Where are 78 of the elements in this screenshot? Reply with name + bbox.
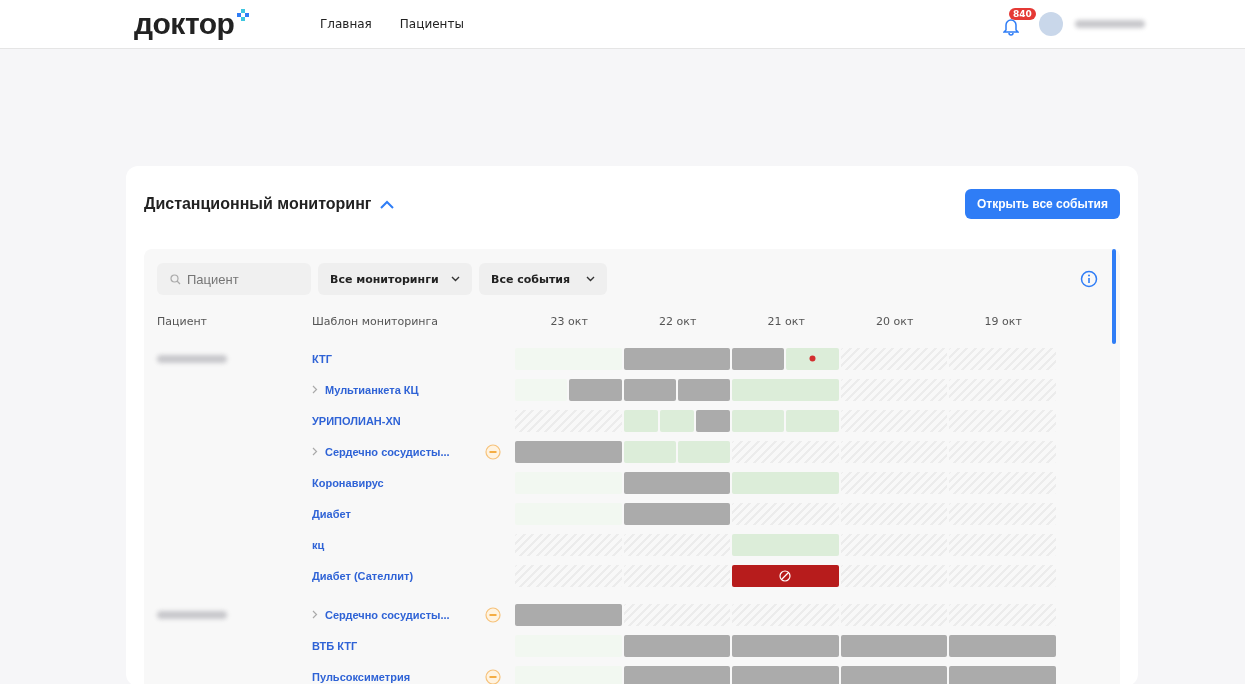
completed-segment[interactable] <box>569 378 622 401</box>
hatched-segment[interactable] <box>623 603 730 626</box>
completed-segment[interactable] <box>623 378 676 401</box>
completed-segment[interactable] <box>949 634 1056 657</box>
card-title: Дистанционный мониторинг <box>144 195 372 213</box>
template-link[interactable]: УРИПОЛИАН-XN <box>312 414 401 427</box>
alert-segment[interactable] <box>786 347 839 370</box>
open-events-button[interactable]: Открыть все события <box>964 189 1120 219</box>
template-link[interactable]: ВТБ КТГ <box>312 639 358 652</box>
expand-chevron-icon[interactable] <box>312 610 318 619</box>
avatar[interactable] <box>1039 12 1063 36</box>
completed-segment[interactable] <box>515 440 622 463</box>
date-header: 19 окт <box>983 314 1023 328</box>
scrollbar[interactable] <box>1112 249 1116 344</box>
template-link[interactable]: Мультианкета КЦ <box>325 383 419 396</box>
completed-segment[interactable] <box>840 665 947 684</box>
chevron-icon[interactable] <box>380 199 395 209</box>
nav-link[interactable]: Главная <box>320 17 372 31</box>
completed-segment[interactable] <box>623 471 730 494</box>
expand-chevron-icon[interactable] <box>312 385 318 394</box>
blurred-patient-name <box>157 354 227 363</box>
data-segment[interactable] <box>732 533 839 556</box>
template-link[interactable]: Сердечно сосудисты... <box>325 445 450 458</box>
data-segment[interactable] <box>677 440 730 463</box>
info-icon[interactable] <box>1080 270 1098 288</box>
completed-segment[interactable] <box>732 634 839 657</box>
completed-segment[interactable] <box>695 409 730 432</box>
search-icon <box>170 274 181 285</box>
data-segment[interactable] <box>659 409 694 432</box>
filter-dropdown[interactable]: Все мониторинги <box>318 263 472 295</box>
date-header: 21 окт <box>766 314 806 328</box>
data-segment[interactable] <box>623 440 676 463</box>
hatched-segment[interactable] <box>840 409 947 432</box>
completed-segment[interactable] <box>732 347 785 370</box>
template-link[interactable]: Диабет (Сателлит) <box>312 569 414 582</box>
dot-icon <box>808 355 816 362</box>
date-header: 20 окт <box>875 314 915 328</box>
blurred-user-name <box>1075 20 1145 28</box>
template-link[interactable]: Пульсоксиметрия <box>312 670 411 683</box>
completed-segment[interactable] <box>677 378 730 401</box>
filter-dropdown[interactable]: Все события <box>479 263 607 295</box>
hatched-segment[interactable] <box>840 378 947 401</box>
data-segment[interactable] <box>623 409 658 432</box>
bell-icon[interactable] <box>1003 18 1019 36</box>
date-header: 22 окт <box>658 314 698 328</box>
completed-segment[interactable] <box>732 665 839 684</box>
data-segment[interactable] <box>732 471 839 494</box>
completed-segment[interactable] <box>623 634 730 657</box>
prohibited-icon <box>779 569 792 582</box>
blurred-patient-name <box>157 610 227 619</box>
logo-text[interactable]: доктор <box>134 9 235 39</box>
caret-icon <box>586 276 595 282</box>
date-header: 23 окт <box>549 314 589 328</box>
completed-segment[interactable] <box>623 665 730 684</box>
expand-chevron-icon[interactable] <box>312 447 318 456</box>
nav-link[interactable]: Пациенты <box>399 17 464 31</box>
data-segment[interactable] <box>732 409 785 432</box>
missed-segment[interactable] <box>732 564 839 587</box>
completed-segment[interactable] <box>840 634 947 657</box>
template-link[interactable]: Диабет <box>312 507 351 520</box>
hatched-segment[interactable] <box>840 533 947 556</box>
template-link[interactable]: Сердечно сосудисты... <box>325 608 450 621</box>
template-link[interactable]: КТГ <box>312 352 332 365</box>
column-header: Пациент <box>157 314 208 328</box>
completed-segment[interactable] <box>949 665 1056 684</box>
completed-segment[interactable] <box>623 502 730 525</box>
plus-logo-icon <box>237 9 250 21</box>
notification-badge: 840 <box>1009 8 1036 20</box>
template-link[interactable]: кц <box>312 538 325 551</box>
column-header: Шаблон мониторинга <box>312 314 440 328</box>
template-link[interactable]: Коронавирус <box>312 476 384 489</box>
data-segment[interactable] <box>732 378 839 401</box>
search-field[interactable]: Пациент <box>157 263 311 295</box>
data-segment[interactable] <box>786 409 839 432</box>
hatched-segment[interactable] <box>840 471 947 494</box>
caret-icon <box>451 276 460 282</box>
completed-segment[interactable] <box>515 603 622 626</box>
completed-segment[interactable] <box>623 347 730 370</box>
